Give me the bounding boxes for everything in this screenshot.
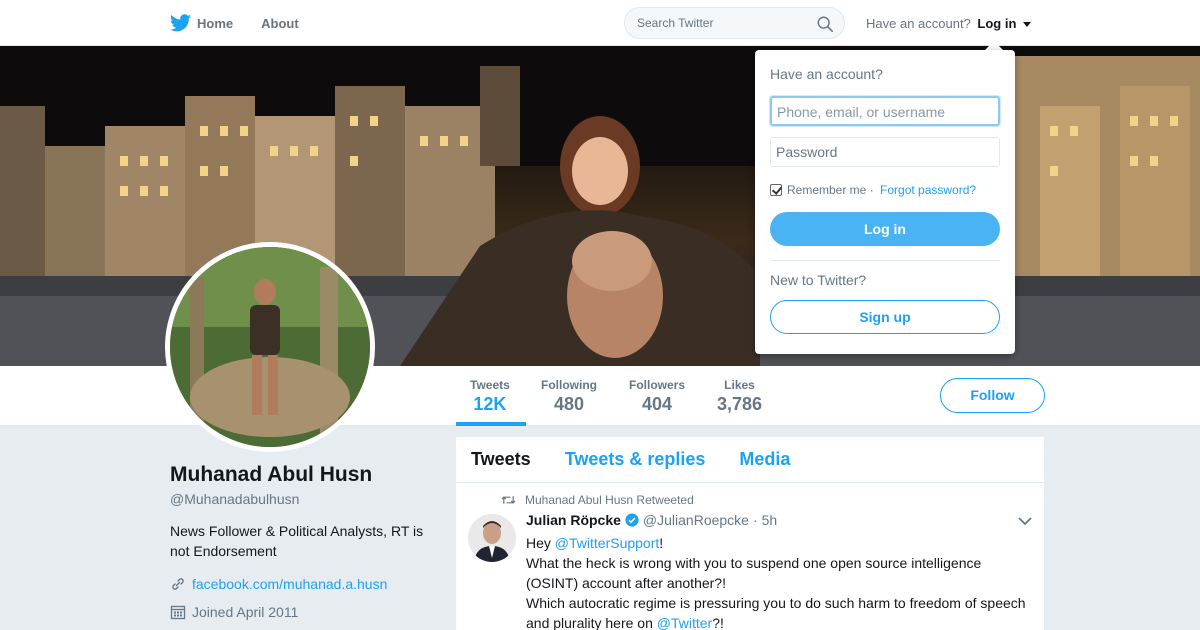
tweet-text-fragment: ! [659,535,664,551]
tweet-line-2: What the heck is wrong with you to suspe… [526,555,982,591]
retweet-context: Muhanad Abul Husn Retweeted [501,493,694,507]
top-nav-bar: Home About Search Twitter Have an accoun… [0,0,1200,46]
account-menu: Have an account? Log in [866,16,1032,31]
timeline-tabs: Tweets Tweets & replies Media [456,437,1044,483]
have-account-text: Have an account? [866,16,971,31]
remember-row: Remember me · Forgot password? [770,183,976,197]
mention-link[interactable]: @TwitterSupport [555,535,659,551]
profile-bio: News Follower & Political Analysts, RT i… [170,523,424,559]
retweet-icon [501,496,516,504]
dropdown-title: Have an account? [770,66,883,82]
stat-followers[interactable]: Followers 404 [629,378,685,415]
search-placeholder: Search Twitter [637,16,714,30]
profile-handle: @Muhanadabulhusn [170,491,300,507]
nav-home-link[interactable]: Home [197,16,233,31]
timeline: Tweets Tweets & replies Media Muhanad Ab… [456,437,1044,630]
dropdown-arrow [985,41,1003,50]
stat-label: Followers [629,378,686,392]
tweet[interactable]: Muhanad Abul Husn Retweeted Julian Röpck… [456,483,1044,630]
nav-left: Home About [170,0,327,46]
tweet-text-fragment: Which autocratic regime is pressuring yo… [526,595,1026,630]
tweet-text: Hey @TwitterSupport! What the heck is wr… [526,533,1034,630]
search-input[interactable]: Search Twitter [624,7,845,39]
password-placeholder: Password [776,144,838,160]
signup-button[interactable]: Sign up [770,300,1000,334]
joined-date: Joined April 2011 [192,604,299,620]
verified-badge-icon [625,513,639,527]
new-to-twitter-text: New to Twitter? [770,272,867,288]
follow-button[interactable]: Follow [940,378,1045,413]
dropdown-divider [770,260,1000,261]
twitter-bird-icon[interactable] [170,14,191,32]
stat-label: Likes [724,378,755,392]
tweet-line-3: Which autocratic regime is pressuring yo… [526,593,1034,630]
link-icon [172,578,184,590]
tweet-text-fragment: Hey [526,535,555,551]
username-placeholder: Phone, email, or username [777,104,946,120]
username-field[interactable]: Phone, email, or username [770,96,1000,126]
tweet-author-handle[interactable]: @JulianRoepcke [643,512,749,528]
tweet-author-avatar[interactable] [468,514,516,562]
forgot-password-link[interactable]: Forgot password? [880,183,976,197]
calendar-icon [170,605,186,620]
tweet-line-1: Hey @TwitterSupport! [526,533,1034,553]
tweet-text-fragment: ?! [712,615,724,630]
stat-value: 3,786 [717,394,763,414]
stat-value: 404 [641,394,673,414]
stat-likes[interactable]: Likes 3,786 [717,378,762,415]
profile-name: Muhanad Abul Husn [170,463,373,486]
tweet-header: Julian Röpcke @JulianRoepcke · 5h [526,512,777,528]
profile-joined: Joined April 2011 [170,604,298,620]
chevron-down-icon[interactable] [1018,516,1032,526]
login-dropdown: Have an account? Phone, email, or userna… [755,50,1015,354]
stat-tweets[interactable]: Tweets 12K [470,378,510,415]
search-icon[interactable] [816,15,834,33]
separator-dot: · [866,183,878,197]
remember-me-checkbox[interactable] [770,184,782,196]
password-field[interactable]: Password [770,137,1000,167]
stat-value: 12K [473,394,507,414]
stat-label: Tweets [470,378,510,392]
tweet-timestamp[interactable]: 5h [762,512,778,528]
tweet-author-name[interactable]: Julian Röpcke [526,512,621,528]
nav-about-link[interactable]: About [261,16,299,31]
mention-link[interactable]: @Twitter [657,615,712,630]
tab-tweets-and-replies[interactable]: Tweets & replies [565,449,706,470]
stat-label: Following [541,378,597,392]
tab-tweets[interactable]: Tweets [471,449,531,470]
tweet-time-separator: · [752,512,758,528]
login-button[interactable]: Log in [770,212,1000,246]
tab-media[interactable]: Media [739,449,790,470]
profile-website[interactable]: facebook.com/muhanad.a.husn [170,576,387,592]
stat-value: 480 [553,394,585,414]
remember-me-label[interactable]: Remember me [787,183,866,197]
stat-following[interactable]: Following 480 [541,378,597,415]
active-stat-indicator [456,422,526,426]
profile-avatar[interactable] [165,242,375,452]
login-dropdown-toggle[interactable]: Log in [977,16,1016,31]
profile-website-link[interactable]: facebook.com/muhanad.a.husn [192,576,387,592]
retweeted-by-text: Muhanad Abul Husn Retweeted [525,493,694,507]
caret-down-icon[interactable] [1023,22,1032,28]
